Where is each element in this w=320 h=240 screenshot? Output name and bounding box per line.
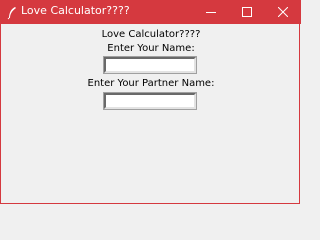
app-window: Love Calculator???? Love Calculator???? … <box>0 0 301 204</box>
title-bar[interactable]: Love Calculator???? <box>1 0 301 24</box>
partner-name-input[interactable] <box>103 92 197 110</box>
partner-name-label: Enter Your Partner Name: <box>87 78 215 89</box>
name-label: Enter Your Name: <box>107 43 195 54</box>
form-area: Love Calculator???? Enter Your Name: Ent… <box>1 24 301 204</box>
minimize-button[interactable] <box>193 0 229 24</box>
close-button[interactable] <box>265 0 301 24</box>
maximize-button[interactable] <box>229 0 265 24</box>
name-input[interactable] <box>103 56 197 74</box>
window-title: Love Calculator???? <box>21 4 130 17</box>
close-icon <box>278 7 288 17</box>
feather-icon <box>7 5 17 20</box>
app-heading: Love Calculator???? <box>101 29 201 40</box>
minimize-icon <box>206 12 216 13</box>
maximize-icon <box>242 7 252 17</box>
